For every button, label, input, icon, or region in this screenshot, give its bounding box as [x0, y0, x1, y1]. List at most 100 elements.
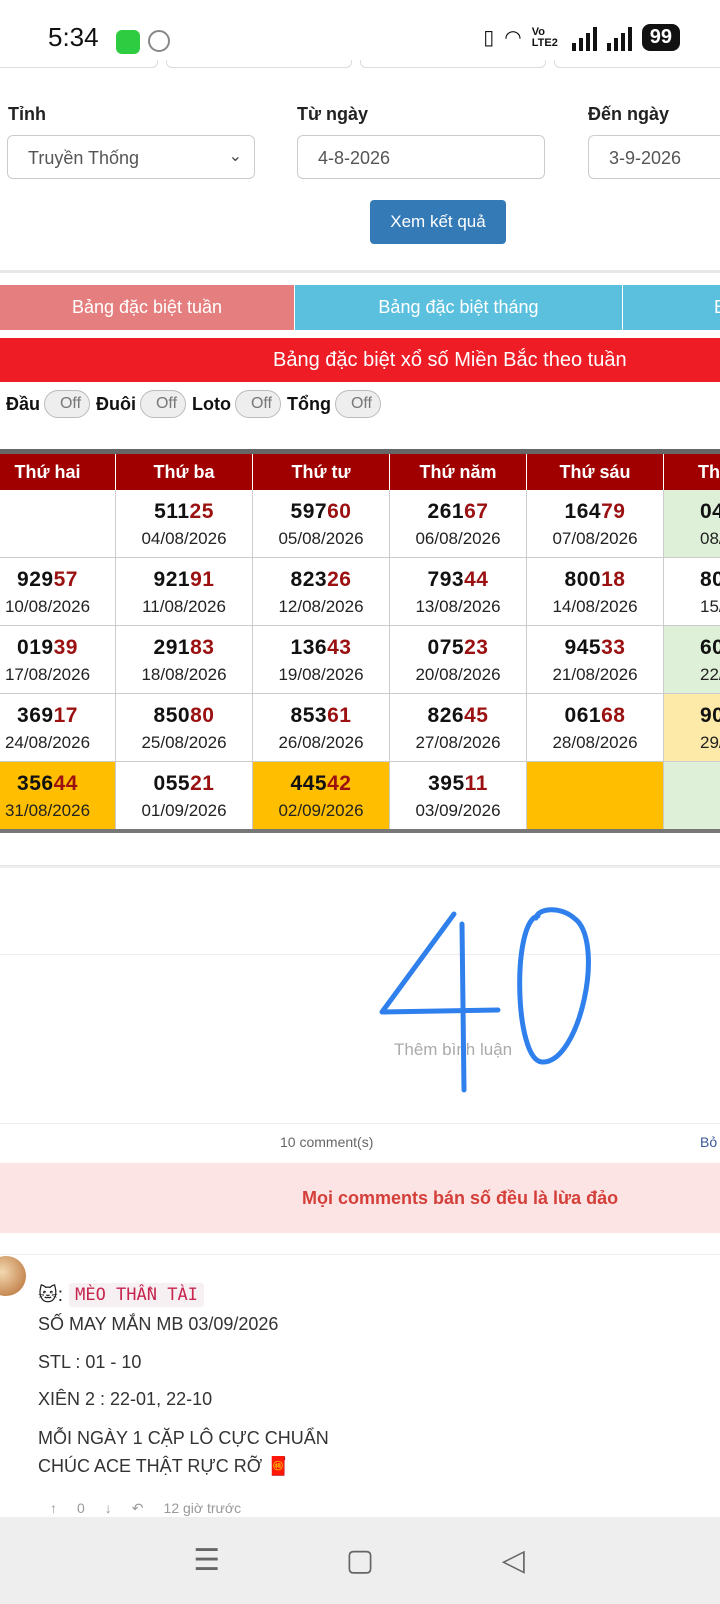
scam-warning: Mọi comments bán số đều là lừa đảo — [0, 1163, 720, 1233]
column-header: Thứ sáu — [527, 454, 664, 490]
number-prefix: 04 — [700, 500, 720, 523]
upvote-icon[interactable]: ↑ — [50, 1500, 57, 1517]
draw-date: 04/08/2026 — [141, 529, 227, 548]
special-number: 16479 — [527, 500, 663, 524]
recent-apps-icon[interactable]: ☰ — [187, 1543, 227, 1578]
number-last-two: 79 — [601, 500, 626, 523]
special-number: 82645 — [390, 704, 526, 728]
number-last-two: 83 — [190, 636, 215, 659]
number-prefix: 90 — [700, 704, 720, 727]
special-number: 06168 — [527, 704, 663, 728]
number-prefix: 511 — [154, 500, 190, 523]
number-prefix: 369 — [17, 704, 54, 727]
draw-date: 07/08/2026 — [552, 529, 638, 548]
from-date-input[interactable]: 4-8-2026 — [297, 135, 545, 179]
number-prefix: 075 — [427, 636, 465, 659]
table-cell: 16479 07/08/2026 — [527, 490, 664, 558]
tab-more[interactable]: B — [622, 285, 720, 330]
draw-date: 19/08/2026 — [278, 665, 364, 684]
table-cell: 26167 06/08/2026 — [390, 490, 527, 558]
comment-line: SỐ MAY MẮN MB 03/09/2026 — [38, 1314, 279, 1334]
number-last-two: 44 — [464, 568, 489, 591]
to-date-input[interactable]: 3-9-2026 — [588, 135, 720, 179]
draw-date: 20/08/2026 — [415, 665, 501, 684]
author-emoji: 🐱: — [38, 1284, 64, 1306]
special-number: 59760 — [253, 500, 389, 524]
draw-date: 29/0 — [700, 733, 720, 752]
number-last-two: 68 — [601, 704, 626, 727]
special-number: 01939 — [0, 636, 115, 660]
special-number: 94533 — [527, 636, 663, 660]
comment-time: 12 giờ trước — [163, 1500, 242, 1516]
status-icons: ▯ ◠ Vo LTE2 99 — [483, 24, 680, 51]
avatar[interactable] — [0, 1256, 26, 1296]
number-last-two: 61 — [327, 704, 352, 727]
special-number: 85080 — [116, 704, 252, 728]
draw-date: 21/08/2026 — [552, 665, 638, 684]
reply-icon[interactable]: ↶ — [132, 1500, 144, 1517]
number-last-two: 57 — [53, 568, 78, 591]
toggle-loto[interactable]: Off — [235, 390, 281, 418]
table-cell: 90 29/0 — [664, 694, 720, 762]
table-cell: 94533 21/08/2026 — [527, 626, 664, 694]
toggle-label-dau: Đầu — [6, 393, 41, 414]
special-number: 04 — [700, 500, 720, 524]
view-results-button[interactable]: Xem kết quả — [370, 200, 506, 244]
comment-line: STL : 01 - 10 — [38, 1352, 142, 1372]
downvote-icon[interactable]: ↓ — [105, 1500, 112, 1517]
number-prefix: 164 — [564, 500, 602, 523]
number-last-two: 33 — [601, 636, 626, 659]
number-prefix: 356 — [17, 772, 54, 795]
column-header: Thứ ba — [116, 454, 253, 490]
number-prefix: 60 — [700, 636, 720, 659]
table-cell: 01939 17/08/2026 — [0, 626, 116, 694]
special-number: 51125 — [116, 500, 252, 524]
number-prefix: 929 — [17, 568, 54, 591]
special-number: 82326 — [253, 568, 389, 592]
top-nav-strip — [0, 60, 720, 70]
wifi-icon: ◠ — [504, 27, 522, 49]
home-icon[interactable]: ▢ — [340, 1543, 380, 1578]
special-number: 80 — [700, 568, 720, 592]
draw-date: 27/08/2026 — [415, 733, 501, 752]
number-prefix: 055 — [153, 772, 191, 795]
back-icon[interactable]: ◁ — [493, 1543, 533, 1578]
tab-monthly-special[interactable]: Bảng đặc biệt tháng — [294, 285, 622, 330]
from-date-value: 4-8-2026 — [318, 148, 391, 168]
table-cell: 79344 13/08/2026 — [390, 558, 527, 626]
table-cell: 59760 05/08/2026 — [253, 490, 390, 558]
table-cell: 44542 02/09/2026 — [253, 762, 390, 830]
toggle-label-loto: Loto — [192, 393, 231, 414]
special-number: 29183 — [116, 636, 252, 660]
comment-line: XIÊN 2 : 22-01, 22-10 — [38, 1389, 213, 1409]
tab-more-label: B — [713, 297, 720, 317]
column-header: Thứ hai — [0, 454, 116, 490]
sort-link[interactable]: Bỏ — [700, 1134, 717, 1150]
province-select[interactable]: Truyền Thống ⌄ — [7, 135, 255, 179]
special-number: 26167 — [390, 500, 526, 524]
author-name[interactable]: MÈO THẦN TÀI — [69, 1283, 204, 1307]
number-last-two: 26 — [327, 568, 352, 591]
tab-weekly-special[interactable]: Bảng đặc biệt tuần — [0, 285, 294, 330]
comment-count: 10 comment(s) — [280, 1134, 374, 1150]
number-prefix: 800 — [564, 568, 602, 591]
draw-date: 24/08/2026 — [4, 733, 91, 752]
table-cell: 82645 27/08/2026 — [390, 694, 527, 762]
status-time: 5:34 — [48, 22, 99, 52]
number-last-two: 42 — [327, 772, 352, 795]
number-last-two: 44 — [53, 772, 78, 795]
toggle-dau[interactable]: Off — [44, 390, 91, 418]
special-number: 92191 — [116, 568, 252, 592]
draw-date: 31/08/2026 — [4, 801, 91, 820]
comment-box[interactable]: Thêm bình luận — [0, 866, 720, 1124]
number-last-two: 21 — [190, 772, 215, 795]
table-cell: 36917 24/08/2026 — [0, 694, 116, 762]
number-last-two: 43 — [327, 636, 352, 659]
toggle-tong[interactable]: Off — [334, 390, 381, 418]
number-prefix: 291 — [153, 636, 191, 659]
special-number: 79344 — [390, 568, 526, 592]
number-last-two: 60 — [327, 500, 352, 523]
number-prefix: 945 — [564, 636, 602, 659]
table-cell: 39511 03/09/2026 — [390, 762, 527, 830]
toggle-duoi[interactable]: Off — [140, 390, 187, 418]
